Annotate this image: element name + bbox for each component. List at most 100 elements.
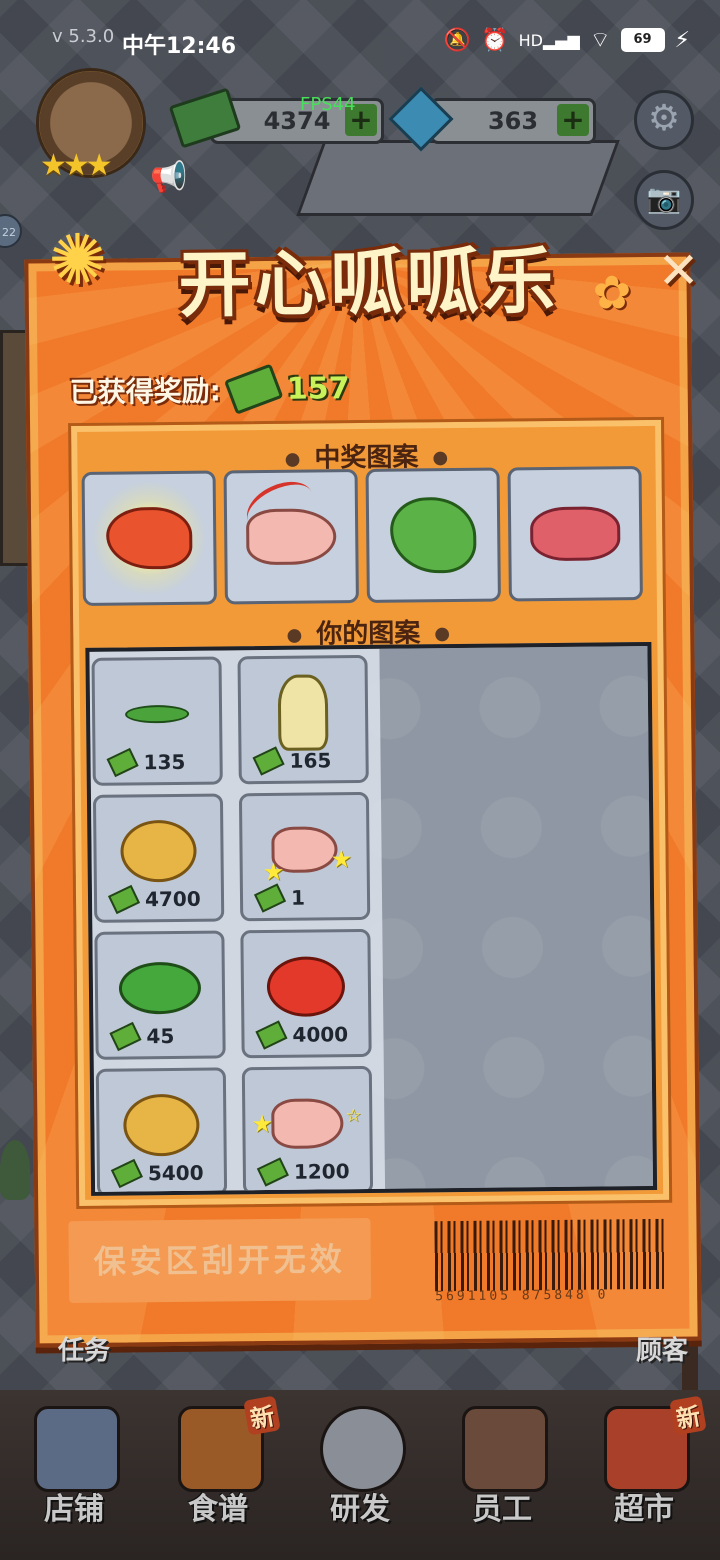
nav-store[interactable]: 店铺 xyxy=(4,1390,144,1560)
status-icons: 🔕 ⏰ HD▂▄▆ ⌔ 69 ⚡ xyxy=(444,26,690,54)
cash-icon xyxy=(107,884,141,915)
gear-icon: ⚙ xyxy=(647,98,681,139)
cell-prize: 1 xyxy=(253,883,306,913)
cash-icon xyxy=(109,1021,142,1052)
plant xyxy=(0,1140,30,1200)
version-label: v 5.3.0 xyxy=(52,26,115,47)
cash-icon xyxy=(255,1020,288,1050)
barcode-number: 5691105 875848 0 xyxy=(435,1287,609,1305)
customer-button[interactable]: 顾客 xyxy=(636,1330,688,1367)
pattern-cell[interactable]: 4000 xyxy=(240,928,372,1059)
gem-value: 363 xyxy=(487,107,539,135)
sparkle-icon: ★ xyxy=(262,857,285,887)
pattern-cell[interactable]: ★ ☆ 1200 xyxy=(241,1065,374,1196)
bullet-icon: ● xyxy=(284,448,301,470)
clock: 中午12:46 xyxy=(122,34,237,59)
cell-prize: 4700 xyxy=(107,884,201,915)
pattern-cell[interactable]: 5400 xyxy=(95,1067,228,1196)
prize-value: 1 xyxy=(290,885,306,910)
nav-staff[interactable]: 员工 xyxy=(432,1390,572,1560)
task-button[interactable]: 任务 xyxy=(58,1330,110,1367)
gem-counter: 363 + xyxy=(430,98,596,144)
prize-value: 135 xyxy=(143,749,186,775)
winning-patterns xyxy=(81,466,643,606)
fps-counter: FPS44 xyxy=(300,94,356,115)
nav-supermarket[interactable]: 新 超市 xyxy=(574,1390,714,1560)
pattern-cell[interactable]: 4700 xyxy=(92,793,225,923)
pattern-cell[interactable]: 165 xyxy=(237,654,369,785)
reward-value: 157 xyxy=(286,370,350,407)
scratch-panel: ● 中奖图案 ● ● 你的图案 ● 135 165 4700 ★ ★ 1 45 … xyxy=(68,416,673,1210)
cell-prize: 45 xyxy=(109,1021,175,1052)
cash-icon xyxy=(106,747,139,778)
potato-icon xyxy=(123,1093,200,1157)
rating-stars-icon: ★★★ xyxy=(40,148,113,183)
prize-value: 4700 xyxy=(144,886,201,912)
prize-value: 1200 xyxy=(293,1159,350,1184)
winning-tile xyxy=(507,466,643,602)
new-badge: 新 xyxy=(243,1395,281,1436)
restaurant-badge[interactable]: ★★★ xyxy=(18,62,158,192)
chicken-leg-icon xyxy=(271,1097,344,1149)
cell-prize: 5400 xyxy=(110,1158,204,1189)
cash-icon xyxy=(256,1157,289,1187)
cooking-pot-icon xyxy=(320,1406,406,1492)
prize-value: 4000 xyxy=(292,1022,349,1047)
nav-label: 超市 xyxy=(614,1492,674,1527)
barcode xyxy=(434,1218,668,1292)
nav-label: 店铺 xyxy=(44,1492,104,1527)
chicken-leg-icon xyxy=(245,508,337,566)
nav-research[interactable]: 研发 xyxy=(290,1390,430,1560)
reward-row: 已获得奖励: 157 xyxy=(69,363,350,415)
pattern-cell[interactable]: 45 xyxy=(94,930,226,1060)
kitchen-counter xyxy=(296,140,620,216)
lettuce-icon xyxy=(389,496,477,574)
nav-label: 员工 xyxy=(472,1492,532,1527)
charging-icon: ⚡ xyxy=(674,27,690,53)
pattern-cell[interactable]: ★ ★ 1 xyxy=(238,791,371,922)
signal-icon: HD▂▄▆ xyxy=(518,30,580,50)
pattern-grid: 135 165 4700 ★ ★ 1 45 4000 5400 ★ ☆ 1200 xyxy=(91,654,374,1196)
nav-label: 研发 xyxy=(330,1492,390,1527)
cell-prize: 4000 xyxy=(255,1020,349,1050)
reward-label: 已获得奖励: xyxy=(69,374,222,410)
network-label: HD xyxy=(518,30,543,50)
settings-button[interactable]: ⚙ xyxy=(634,90,694,150)
new-badge: 新 xyxy=(669,1395,707,1436)
cash-icon xyxy=(224,363,284,415)
wifi-icon: ⌔ xyxy=(589,28,611,53)
nav-recipes[interactable]: 新 食谱 xyxy=(148,1390,288,1560)
staff-icon xyxy=(462,1406,548,1492)
close-icon: ✕ xyxy=(657,241,700,300)
store-icon xyxy=(34,1406,120,1492)
bok-choy-icon xyxy=(118,961,202,1015)
tomato-icon xyxy=(266,955,346,1017)
firework-icon: ✺ xyxy=(47,218,108,302)
bamboo-shoot-icon xyxy=(277,674,329,751)
dialog-title: 开心呱呱乐 xyxy=(178,238,560,327)
camera-button[interactable]: 📷 xyxy=(634,170,694,230)
camera-icon: 📷 xyxy=(646,182,682,215)
winning-tile xyxy=(81,470,217,606)
add-gems-button[interactable]: + xyxy=(557,104,589,136)
close-button[interactable]: ✕ xyxy=(650,241,707,300)
mute-icon: 🔕 xyxy=(443,27,472,53)
cell-prize: 165 xyxy=(252,746,331,776)
cash-icon xyxy=(252,746,285,776)
cell-prize: 1200 xyxy=(256,1157,350,1187)
scratch-card-dialog: ✺ 开心呱呱乐 ✿ ✕ 已获得奖励: 157 ● 中奖图案 ● ● 你的图案 ●… xyxy=(24,219,702,1348)
bullet-icon: ● xyxy=(434,623,451,645)
flower-icon: ✿ xyxy=(592,265,632,320)
nav-label: 食谱 xyxy=(188,1492,248,1527)
prize-value: 45 xyxy=(146,1023,175,1049)
megaphone-icon[interactable]: 📢 xyxy=(150,160,187,195)
cell-prize: 135 xyxy=(106,747,186,778)
alarm-icon: ⏰ xyxy=(481,27,509,53)
bottom-nav: 店铺 新 食谱 研发 员工 新 超市 xyxy=(0,1390,720,1560)
scratch-area[interactable]: 135 165 4700 ★ ★ 1 45 4000 5400 ★ ☆ 1200 xyxy=(85,641,658,1196)
battery-icon: 69 xyxy=(620,28,665,52)
bullet-icon: ● xyxy=(432,447,449,469)
pork-icon xyxy=(529,506,621,562)
bullet-icon: ● xyxy=(286,624,303,646)
pattern-cell[interactable]: 135 xyxy=(91,656,223,786)
